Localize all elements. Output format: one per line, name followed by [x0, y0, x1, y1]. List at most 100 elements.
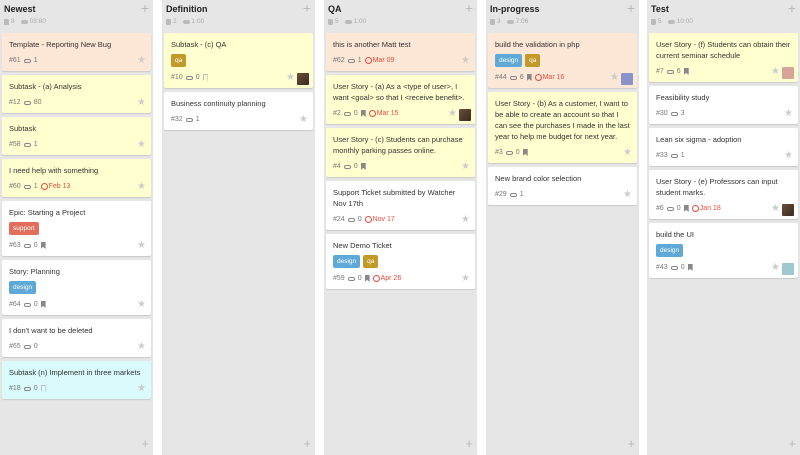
- star-icon[interactable]: ★: [784, 109, 793, 119]
- task-card[interactable]: I don't want to be deleted #65 0 ★: [2, 319, 151, 357]
- card-id[interactable]: #62: [333, 57, 345, 64]
- plus-icon[interactable]: +: [627, 0, 635, 16]
- card-id[interactable]: #18: [9, 385, 21, 392]
- label-design[interactable]: design: [495, 54, 523, 67]
- due-date[interactable]: Mar 09: [364, 57, 394, 64]
- task-card[interactable]: Template - Reporting New Bug #61 1 ★: [2, 33, 151, 71]
- star-icon[interactable]: ★: [623, 148, 632, 158]
- task-card[interactable]: Epic: Starting a Project support #63 0 ★: [2, 201, 151, 256]
- card-id[interactable]: #3: [495, 149, 503, 156]
- plus-icon[interactable]: +: [465, 436, 473, 451]
- task-card[interactable]: Support Ticket submitted by Watcher Nov …: [326, 181, 475, 230]
- task-card[interactable]: Business continuity planning #32 1 ★: [164, 92, 313, 130]
- due-date[interactable]: Mar 15: [368, 110, 399, 117]
- star-icon[interactable]: ★: [461, 162, 470, 172]
- card-id[interactable]: #65: [9, 343, 21, 350]
- card-id[interactable]: #59: [333, 275, 345, 282]
- plus-icon[interactable]: +: [788, 0, 796, 16]
- card-id[interactable]: #64: [9, 301, 21, 308]
- avatar[interactable]: [621, 73, 633, 85]
- task-card[interactable]: User Story - (f) Students can obtain the…: [649, 33, 798, 82]
- star-icon[interactable]: ★: [771, 263, 780, 273]
- plus-icon[interactable]: +: [303, 436, 311, 451]
- flag-icon[interactable]: [40, 301, 46, 308]
- label-qa[interactable]: qa: [525, 54, 541, 67]
- flag-icon[interactable]: [522, 149, 528, 156]
- star-icon[interactable]: ★: [137, 98, 146, 108]
- star-icon[interactable]: ★: [784, 151, 793, 161]
- flag-icon[interactable]: [40, 242, 46, 249]
- star-icon[interactable]: ★: [771, 204, 780, 214]
- due-date[interactable]: Mar 16: [534, 74, 564, 81]
- card-id[interactable]: #61: [9, 57, 21, 64]
- task-card[interactable]: Subtask (n) Implement in three markets #1…: [2, 361, 151, 399]
- flag-icon[interactable]: [360, 163, 366, 170]
- card-id[interactable]: #58: [9, 141, 21, 148]
- star-icon[interactable]: ★: [137, 384, 146, 394]
- task-card[interactable]: Subtask - (a) Analysis #12 80 ★: [2, 75, 151, 113]
- avatar[interactable]: [782, 67, 794, 79]
- flag-icon[interactable]: [526, 74, 532, 81]
- star-icon[interactable]: ★: [137, 241, 146, 251]
- card-id[interactable]: #24: [333, 216, 345, 223]
- due-date[interactable]: Jan 18: [691, 205, 721, 212]
- star-icon[interactable]: ★: [448, 109, 457, 119]
- star-icon[interactable]: ★: [461, 215, 470, 225]
- star-icon[interactable]: ★: [771, 67, 780, 77]
- flag-icon[interactable]: [360, 110, 366, 117]
- task-card[interactable]: User Story - (b) As a customer, I want t…: [488, 92, 637, 163]
- task-card[interactable]: User Story - (c) Students can purchase m…: [326, 128, 475, 177]
- card-id[interactable]: #33: [656, 152, 668, 159]
- star-icon[interactable]: ★: [137, 140, 146, 150]
- task-card[interactable]: this is another Matt test #62 1 Mar 09 ★: [326, 33, 475, 71]
- task-card[interactable]: User Story - (a) As a <type of user>, I …: [326, 75, 475, 124]
- card-id[interactable]: #29: [495, 191, 507, 198]
- task-card[interactable]: build the validation in php design qa #44 6 M…: [488, 33, 637, 88]
- star-icon[interactable]: ★: [461, 56, 470, 66]
- avatar[interactable]: [782, 204, 794, 216]
- star-icon[interactable]: ★: [137, 300, 146, 310]
- card-id[interactable]: #7: [656, 68, 664, 75]
- label-qa[interactable]: qa: [171, 54, 187, 67]
- label-design[interactable]: design: [333, 255, 361, 268]
- card-id[interactable]: #10: [171, 74, 183, 81]
- due-date[interactable]: Apr 26: [372, 275, 401, 282]
- plus-icon[interactable]: +: [465, 0, 473, 16]
- label-support[interactable]: support: [9, 222, 39, 235]
- plus-icon[interactable]: +: [141, 436, 149, 451]
- card-id[interactable]: #6: [656, 205, 664, 212]
- task-card[interactable]: New brand color selection #29 1 ★: [488, 167, 637, 205]
- task-card[interactable]: Story: Planning design #64 0 ★: [2, 260, 151, 315]
- card-id[interactable]: #43: [656, 264, 668, 271]
- flag-icon[interactable]: [202, 74, 208, 81]
- task-card[interactable]: User Story - (e) Professors can input st…: [649, 170, 798, 219]
- card-id[interactable]: #63: [9, 242, 21, 249]
- label-qa[interactable]: qa: [363, 255, 379, 268]
- star-icon[interactable]: ★: [137, 182, 146, 192]
- avatar[interactable]: [459, 109, 471, 121]
- task-card[interactable]: Subtask #58 1 ★: [2, 117, 151, 155]
- star-icon[interactable]: ★: [137, 342, 146, 352]
- flag-icon[interactable]: [40, 385, 46, 392]
- plus-icon[interactable]: +: [303, 0, 311, 16]
- card-id[interactable]: #60: [9, 183, 21, 190]
- card-id[interactable]: #4: [333, 163, 341, 170]
- star-icon[interactable]: ★: [137, 56, 146, 66]
- plus-icon[interactable]: +: [141, 0, 149, 16]
- card-id[interactable]: #12: [9, 99, 21, 106]
- label-design[interactable]: design: [656, 244, 684, 257]
- star-icon[interactable]: ★: [286, 73, 295, 83]
- task-card[interactable]: Subtask - (c) QA qa #10 0 ★: [164, 33, 313, 88]
- task-card[interactable]: build the UI design #43 0 ★: [649, 223, 798, 278]
- task-card[interactable]: New Demo Ticket design qa #59 0 Apr 26 ★: [326, 234, 475, 289]
- card-id[interactable]: #2: [333, 110, 341, 117]
- card-id[interactable]: #32: [171, 116, 183, 123]
- task-card[interactable]: I need help with something #60 1 Feb 13 ★: [2, 159, 151, 197]
- flag-icon[interactable]: [687, 264, 693, 271]
- label-design[interactable]: design: [9, 281, 37, 294]
- due-date[interactable]: Nov 17: [364, 216, 395, 223]
- star-icon[interactable]: ★: [461, 274, 470, 284]
- flag-icon[interactable]: [683, 205, 689, 212]
- due-date[interactable]: Feb 13: [40, 183, 70, 190]
- plus-icon[interactable]: +: [627, 436, 635, 451]
